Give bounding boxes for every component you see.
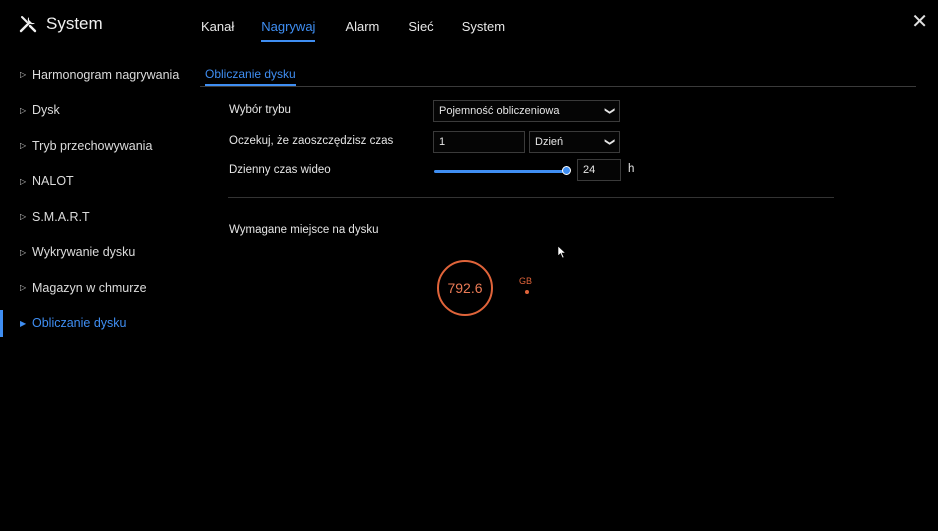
required-space-value: 792.6: [447, 280, 483, 296]
save-time-input[interactable]: 1: [433, 131, 525, 153]
mode-value: Pojemność obliczeniowa: [439, 105, 560, 117]
tab-nagrywaj[interactable]: Nagrywaj: [261, 19, 316, 42]
sidebar-item-tryb[interactable]: ▷ Tryb przechowywania: [0, 128, 190, 164]
triangle-right-icon: ▷: [20, 212, 27, 222]
triangle-right-icon: ▷: [20, 70, 27, 80]
sidebar: ▷ Harmonogram nagrywania ▷ Dysk ▷ Tryb prze…: [0, 57, 190, 341]
mode-select[interactable]: Pojemność obliczeniowa ❯: [433, 100, 620, 122]
daily-video-unit: h: [628, 163, 635, 175]
sidebar-item-wykrywanie[interactable]: ▷ Wykrywanie dysku: [0, 235, 190, 271]
slider-thumb[interactable]: [562, 166, 571, 175]
tab-alarm[interactable]: Alarm: [345, 19, 379, 42]
sidebar-item-label: Magazyn w chmurze: [32, 280, 147, 295]
chevron-down-icon: ❯: [603, 106, 615, 116]
close-icon[interactable]: ✕: [911, 12, 928, 32]
tools-icon: [19, 16, 37, 33]
app-title: System: [18, 14, 103, 34]
sidebar-item-dysk[interactable]: ▷ Dysk: [0, 93, 190, 129]
triangle-right-icon: ▶: [20, 318, 27, 328]
save-time-label: Oczekuj, że zaoszczędzisz czas: [229, 135, 394, 147]
disk-space-gauge: 792.6: [437, 260, 493, 316]
mode-label: Wybór trybu: [229, 104, 291, 116]
save-time-unit-select[interactable]: Dzień ❯: [529, 131, 620, 153]
save-time-value: 1: [439, 136, 446, 148]
top-nav: Kanał Nagrywaj Alarm Sieć System: [201, 19, 505, 42]
triangle-right-icon: ▷: [20, 105, 27, 115]
mouse-cursor-icon: [557, 245, 567, 259]
tab-system[interactable]: System: [462, 19, 505, 42]
triangle-right-icon: ▷: [20, 176, 27, 186]
daily-video-value: 24: [583, 164, 596, 176]
subtab-bar: Obliczanie dysku: [200, 64, 916, 87]
sidebar-item-label: Obliczanie dysku: [32, 316, 127, 331]
daily-video-slider[interactable]: [434, 170, 566, 173]
app-title-text: System: [46, 14, 103, 33]
daily-video-label: Dzienny czas wideo: [229, 164, 331, 176]
sidebar-item-nalot[interactable]: ▷ NALOT: [0, 164, 190, 200]
sidebar-item-label: Harmonogram nagrywania: [32, 67, 180, 82]
sidebar-item-harmonogram[interactable]: ▷ Harmonogram nagrywania: [0, 57, 190, 93]
triangle-right-icon: ▷: [20, 247, 27, 257]
save-time-unit-value: Dzień: [535, 136, 564, 148]
sidebar-item-smart[interactable]: ▷ S.M.A.R.T: [0, 199, 190, 235]
tab-obliczanie-dysku[interactable]: Obliczanie dysku: [205, 67, 296, 86]
sidebar-item-label: Wykrywanie dysku: [32, 245, 136, 260]
divider: [228, 197, 834, 198]
required-space-label: Wymagane miejsce na dysku: [229, 224, 379, 236]
gb-unit-label: GB: [519, 276, 533, 286]
triangle-right-icon: ▷: [20, 283, 27, 293]
sidebar-item-label: Tryb przechowywania: [32, 138, 153, 153]
legend-dot: [525, 290, 529, 294]
sidebar-item-label: S.M.A.R.T: [32, 209, 90, 224]
tab-kanal[interactable]: Kanał: [201, 19, 234, 42]
sidebar-item-label: NALOT: [32, 174, 74, 189]
sidebar-item-magazyn[interactable]: ▷ Magazyn w chmurze: [0, 270, 190, 306]
tab-siec[interactable]: Sieć: [408, 19, 433, 42]
sidebar-item-label: Dysk: [32, 103, 60, 118]
sidebar-item-obliczanie[interactable]: ▶ Obliczanie dysku: [0, 306, 190, 342]
daily-video-input[interactable]: 24: [577, 159, 621, 181]
triangle-right-icon: ▷: [20, 141, 27, 151]
chevron-down-icon: ❯: [603, 137, 615, 147]
